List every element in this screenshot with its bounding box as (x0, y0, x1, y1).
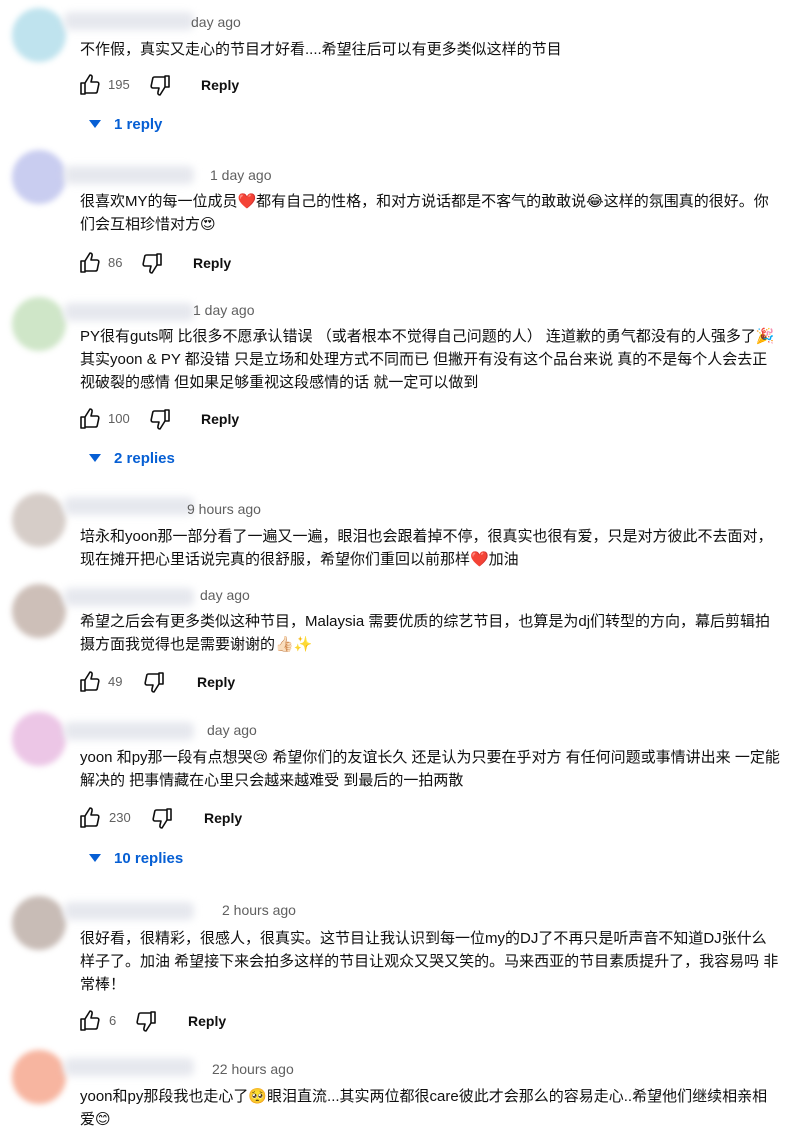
comment-timestamp[interactable]: 1 day ago (193, 302, 255, 318)
author-name[interactable] (64, 588, 194, 606)
comment-timestamp[interactable]: day ago (191, 14, 241, 30)
avatar[interactable] (12, 1050, 66, 1104)
comment-timestamp[interactable]: 2 hours ago (222, 902, 296, 918)
author-name[interactable] (64, 166, 194, 184)
replies-count: 1 reply (114, 116, 163, 133)
avatar[interactable] (12, 896, 66, 950)
author-name[interactable] (64, 902, 194, 920)
avatar[interactable] (12, 297, 66, 351)
reply-button[interactable]: Reply (188, 1013, 226, 1029)
comment-text: 培永和yoon那一部分看了一遍又一遍，眼泪也会跟着掉不停，很真实也很有爱，只是对… (80, 528, 773, 568)
caret-down-icon (89, 120, 101, 128)
comment-7: 2 hours ago 很好看，很精彩，很感人，很真实。这节目让我认识到每一位m… (0, 890, 800, 1040)
avatar[interactable] (12, 493, 66, 547)
reply-button[interactable]: Reply (193, 255, 231, 271)
like-count: 100 (108, 411, 130, 426)
comment-actions: 195 Reply (78, 73, 378, 101)
comment-text: 很喜欢MY的每一位成员❤️都有自己的性格，和对方说话都是不客气的敢敢说😂这样的氛… (80, 193, 769, 233)
replies-count: 2 replies (114, 450, 175, 467)
comment-text: yoon和py那段我也走心了🥺眼泪直流...其实两位都很care彼此才会那么的容… (80, 1088, 768, 1128)
like-icon[interactable] (78, 407, 102, 431)
comment-text: 希望之后会有更多类似这种节目，Malaysia 需要优质的综艺节目，也算是为dj… (80, 613, 771, 653)
like-count: 49 (108, 674, 123, 689)
comment-timestamp[interactable]: day ago (207, 722, 257, 738)
comment-4: 9 hours ago 培永和yoon那一部分看了一遍又一遍，眼泪也会跟着掉不停… (0, 485, 800, 580)
reply-button[interactable]: Reply (204, 810, 242, 826)
avatar[interactable] (12, 150, 66, 204)
comment-3: 1 day ago PY很有guts啊 比很多不愿承认错误 （或者根本不觉得自己… (0, 285, 800, 485)
dislike-icon[interactable] (142, 670, 166, 694)
comment-timestamp[interactable]: 9 hours ago (187, 501, 261, 517)
like-icon[interactable] (78, 806, 102, 830)
avatar[interactable] (12, 584, 66, 638)
comment-text: 不作假，真实又走心的节目才好看....希望往后可以有更多类似这样的节目 (80, 41, 562, 58)
author-name[interactable] (64, 1058, 194, 1076)
like-icon[interactable] (78, 251, 102, 275)
like-count: 6 (109, 1013, 117, 1028)
comment-actions: 86 Reply (78, 251, 378, 279)
comment-text: yoon 和py那一段有点想哭😢 希望你们的友谊长久 还是认为只要在乎对方 有任… (80, 749, 780, 789)
comment-text: 很好看，很精彩，很感人，很真实。这节目让我认识到每一位my的DJ了不再只是听声音… (80, 930, 779, 993)
like-count: 195 (108, 77, 130, 92)
dislike-icon[interactable] (150, 806, 174, 830)
comment-6: day ago yoon 和py那一段有点想哭😢 希望你们的友谊长久 还是认为只… (0, 710, 800, 890)
comment-actions: 230 Reply (78, 806, 378, 834)
author-name[interactable] (64, 497, 194, 515)
like-count: 86 (108, 255, 123, 270)
like-count: 230 (109, 810, 131, 825)
comment-text: PY很有guts啊 比很多不愿承认错误 （或者根本不觉得自己问题的人） 连道歉的… (80, 328, 775, 391)
comment-actions: 6 Reply (78, 1009, 378, 1037)
dislike-icon[interactable] (148, 73, 172, 97)
author-name[interactable] (64, 722, 194, 740)
comment-5: day ago 希望之后会有更多类似这种节目，Malaysia 需要优质的综艺节… (0, 580, 800, 710)
dislike-icon[interactable] (134, 1009, 158, 1033)
comment-actions: 49 Reply (78, 670, 378, 698)
dislike-icon[interactable] (148, 407, 172, 431)
reply-button[interactable]: Reply (201, 77, 239, 93)
caret-down-icon (89, 454, 101, 462)
like-icon[interactable] (78, 73, 102, 97)
author-name[interactable] (64, 12, 194, 30)
comment-timestamp[interactable]: day ago (200, 587, 250, 603)
comment-actions: 100 Reply (78, 407, 378, 435)
avatar[interactable] (12, 712, 66, 766)
comment-2: 1 day ago 很喜欢MY的每一位成员❤️都有自己的性格，和对方说话都是不客… (0, 140, 800, 285)
caret-down-icon (89, 854, 101, 862)
like-icon[interactable] (78, 1009, 102, 1033)
replies-count: 10 replies (114, 850, 184, 867)
dislike-icon[interactable] (140, 251, 164, 275)
reply-button[interactable]: Reply (197, 674, 235, 690)
comment-1: day ago 不作假，真实又走心的节目才好看....希望往后可以有更多类似这样… (0, 0, 800, 140)
comment-timestamp[interactable]: 22 hours ago (212, 1061, 294, 1077)
avatar[interactable] (12, 8, 66, 62)
reply-button[interactable]: Reply (201, 411, 239, 427)
like-icon[interactable] (78, 670, 102, 694)
comment-8: 22 hours ago yoon和py那段我也走心了🥺眼泪直流...其实两位都… (0, 1040, 800, 1137)
comment-timestamp[interactable]: 1 day ago (210, 167, 272, 183)
author-name[interactable] (64, 303, 194, 321)
